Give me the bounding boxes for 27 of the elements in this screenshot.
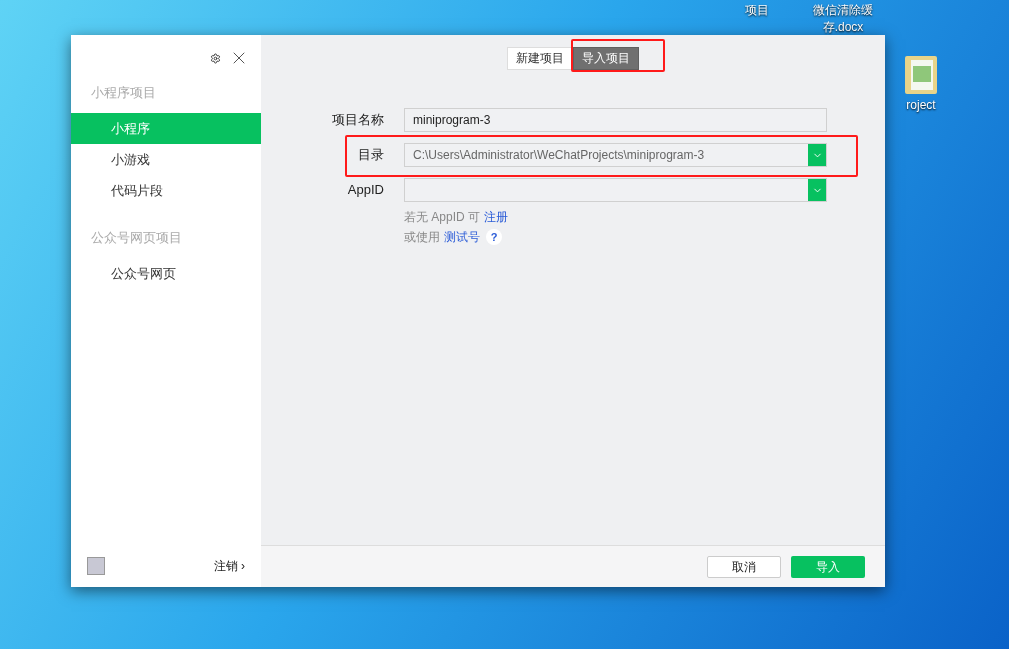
- avatar[interactable]: [87, 557, 105, 575]
- desktop-icon-label[interactable]: 项目: [721, 2, 793, 19]
- sidebar-section-title: 小程序项目: [90, 84, 157, 102]
- dropdown-button[interactable]: [808, 179, 826, 201]
- sidebar-item[interactable]: 代码片段: [71, 175, 261, 206]
- field-label: AppID: [346, 181, 384, 199]
- tab[interactable]: 导入项目: [573, 46, 639, 70]
- tab[interactable]: 新建项目: [507, 46, 573, 70]
- hint-link[interactable]: 注册: [484, 208, 509, 226]
- sidebar-section-title: 公众号网页项目: [90, 229, 183, 247]
- sidebar-item[interactable]: 公众号网页: [71, 258, 261, 289]
- hint-text: 若无 AppID 可: [404, 209, 481, 226]
- settings-icon[interactable]: [210, 52, 221, 64]
- desktop-icon-label[interactable]: roject: [906, 96, 936, 114]
- dropdown-button[interactable]: [808, 144, 826, 166]
- sidebar-item[interactable]: 小游戏: [71, 144, 261, 175]
- desktop-icon-label[interactable]: 微信清除缓存.docx: [807, 2, 879, 36]
- hint-text: 或使用: [404, 229, 440, 246]
- field-label: 目录: [357, 146, 384, 164]
- cancel-button[interactable]: 取消: [707, 555, 781, 578]
- logout-link[interactable]: 注销 ›: [213, 557, 245, 575]
- help-button[interactable]: ?: [486, 229, 502, 245]
- dropdown-field[interactable]: [404, 178, 827, 202]
- input-field[interactable]: miniprogram-3: [404, 108, 827, 132]
- dropdown-field[interactable]: C:\Users\Administrator\WeChatProjects\miniprogram-3: [404, 143, 827, 167]
- field-label: 项目名称: [331, 111, 384, 129]
- hint-link[interactable]: 测试号: [444, 228, 480, 246]
